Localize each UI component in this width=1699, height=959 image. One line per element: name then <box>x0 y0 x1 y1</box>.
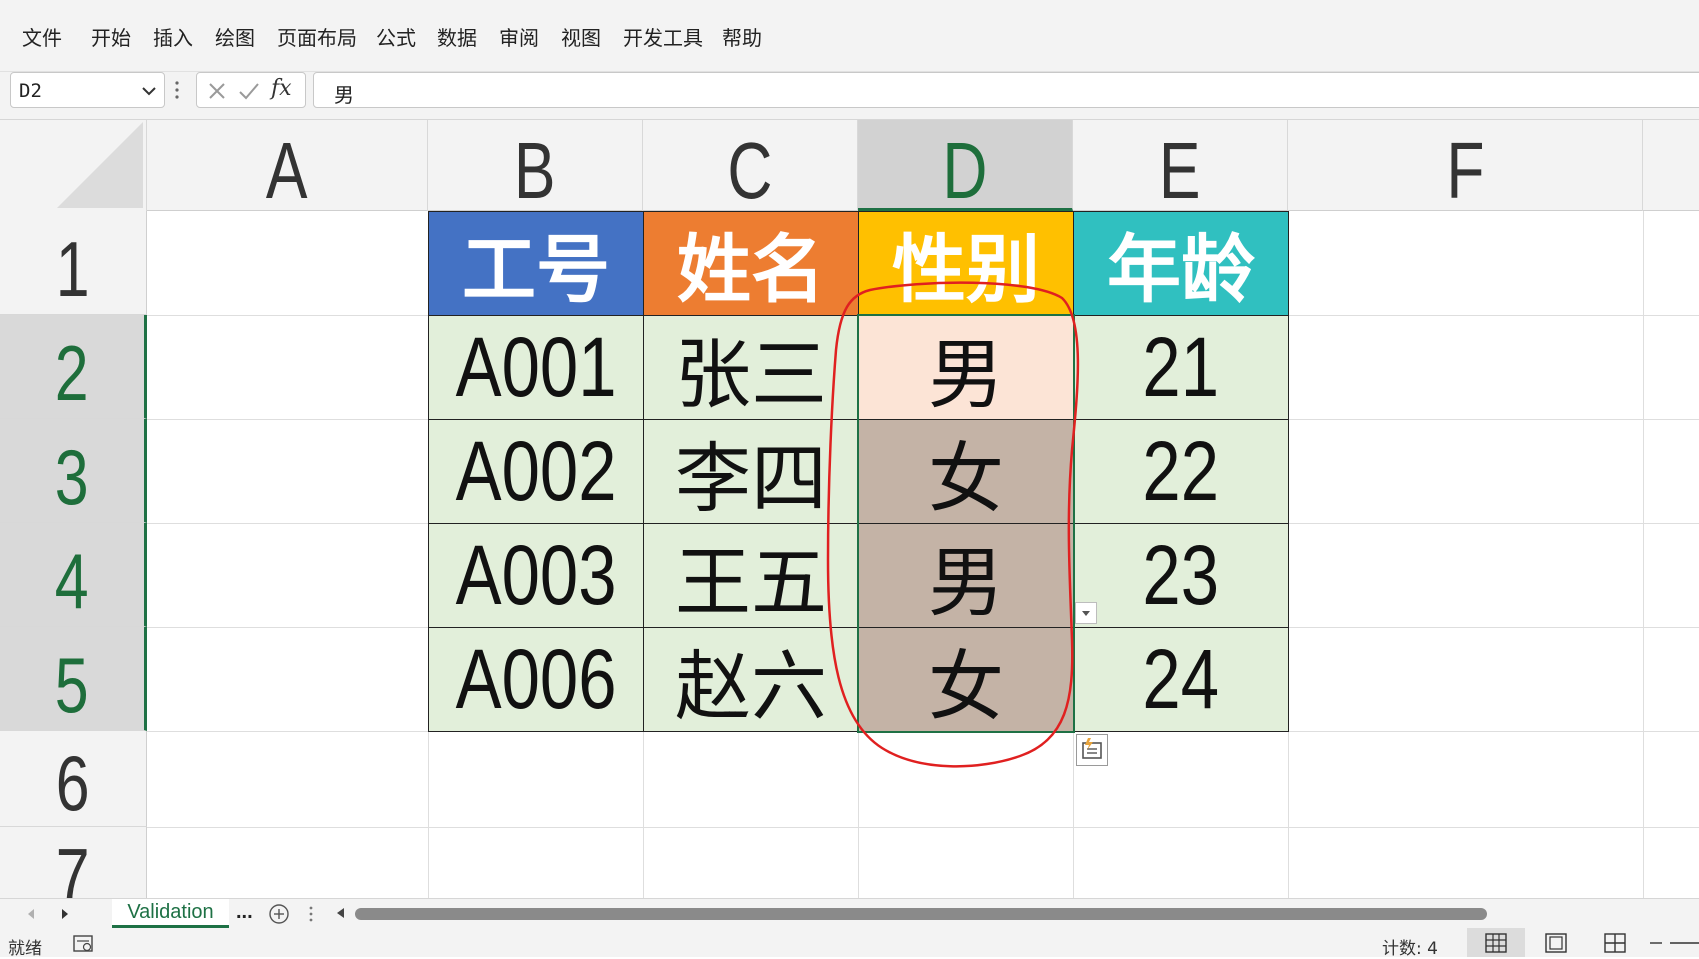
formula-value: 男 <box>334 83 354 107</box>
menu-page-layout[interactable]: 页面布局 <box>277 22 357 51</box>
grid-view-icon <box>1485 933 1507 953</box>
table-cell[interactable]: A001 <box>428 315 644 420</box>
table-cell[interactable]: 23 <box>1073 523 1289 628</box>
menu-help[interactable]: 帮助 <box>722 22 762 51</box>
tab-splitter-icon[interactable] <box>308 903 314 925</box>
scroll-right-icon[interactable] <box>58 907 72 921</box>
select-all-corner[interactable] <box>0 120 147 211</box>
menu-insert[interactable]: 插入 <box>153 22 193 51</box>
table-cell[interactable]: A002 <box>428 419 644 524</box>
menu-developer[interactable]: 开发工具 <box>623 22 703 51</box>
table-cell[interactable]: 21 <box>1073 315 1289 420</box>
header-cell-age[interactable]: 年龄 <box>1073 211 1289 316</box>
status-count: 计数: 4 <box>1382 939 1438 959</box>
add-sheet-icon[interactable] <box>268 903 290 925</box>
formula-buttons: fx <box>196 72 306 108</box>
drag-handle-icon[interactable] <box>174 78 180 102</box>
table-cell[interactable]: 张三 <box>643 315 859 420</box>
row-header-6[interactable]: 6 <box>0 731 147 827</box>
sheet-tab-validation[interactable]: Validation <box>112 899 229 928</box>
table-cell[interactable]: 24 <box>1073 627 1289 732</box>
accessibility-icon[interactable] <box>72 934 96 954</box>
row-header-4[interactable]: 4 <box>0 523 147 627</box>
table-cell[interactable]: 李四 <box>643 419 859 524</box>
selected-cell[interactable]: 女 <box>858 419 1074 524</box>
cancel-icon[interactable] <box>205 79 229 103</box>
enter-check-icon[interactable] <box>237 79 261 103</box>
quick-analysis-icon <box>1082 738 1102 759</box>
column-header-d[interactable]: D <box>858 120 1073 215</box>
sheet-tab-label: Validation <box>127 901 214 923</box>
table-cell[interactable]: 王五 <box>643 523 859 628</box>
active-cell-d2[interactable]: 男 <box>858 315 1074 420</box>
selected-cell[interactable]: 女 <box>858 627 1074 732</box>
menu-review[interactable]: 审阅 <box>499 22 539 51</box>
formula-input[interactable]: 男 <box>313 72 1699 108</box>
menu-data[interactable]: 数据 <box>437 22 477 51</box>
formula-bar: D2 fx 男 <box>0 72 1699 120</box>
caret-down-icon <box>1082 611 1090 616</box>
name-box[interactable]: D2 <box>10 72 165 108</box>
column-header-c[interactable]: C <box>643 120 858 215</box>
horizontal-scrollbar-thumb[interactable] <box>355 908 1487 920</box>
table-cell[interactable]: 22 <box>1073 419 1289 524</box>
sheet-tab-bar: Validation ... <box>0 898 1699 928</box>
row-header-1[interactable]: 1 <box>0 211 147 315</box>
table-cell[interactable]: A003 <box>428 523 644 628</box>
selected-cell[interactable]: 男 <box>858 523 1074 628</box>
header-cell-id[interactable]: 工号 <box>428 211 644 316</box>
name-box-value: D2 <box>19 80 42 102</box>
zoom-slider[interactable] <box>1650 940 1699 946</box>
column-header-e[interactable]: E <box>1073 120 1288 215</box>
row-header-3[interactable]: 3 <box>0 419 147 523</box>
header-cell-gender[interactable]: 性别 <box>858 211 1074 316</box>
header-cell-name[interactable]: 姓名 <box>643 211 859 316</box>
chevron-down-icon[interactable] <box>140 82 158 100</box>
scroll-left-icon[interactable] <box>24 907 38 921</box>
menu-file[interactable]: 文件 <box>22 22 62 51</box>
quick-analysis-button[interactable] <box>1076 734 1108 766</box>
hscroll-left-icon[interactable] <box>334 906 348 920</box>
column-header-f[interactable]: F <box>1288 120 1643 215</box>
ribbon-menu: 文件 开始 插入 绘图 页面布局 公式 数据 审阅 视图 开发工具 帮助 <box>0 0 1699 72</box>
menu-home[interactable]: 开始 <box>91 22 131 51</box>
column-header-b[interactable]: B <box>428 120 643 215</box>
menu-draw[interactable]: 绘图 <box>215 22 255 51</box>
normal-view-button[interactable] <box>1467 928 1525 957</box>
row-header-7[interactable]: 7 <box>0 827 147 898</box>
row-header-2[interactable]: 2 <box>0 315 147 419</box>
insert-function-button[interactable]: fx <box>271 76 295 101</box>
row-header-5[interactable]: 5 <box>0 627 147 731</box>
gridline <box>147 827 1699 828</box>
table-cell[interactable]: A006 <box>428 627 644 732</box>
more-sheets-button[interactable]: ... <box>236 901 253 924</box>
page-break-view-icon[interactable] <box>1604 933 1626 953</box>
column-header-a[interactable]: A <box>147 120 428 215</box>
menu-view[interactable]: 视图 <box>561 22 601 51</box>
worksheet-grid[interactable]: A B C D E F 1 2 3 4 5 6 7 工号 姓名 性别 年龄 A0… <box>0 120 1699 898</box>
status-bar: 就绪 计数: 4 <box>0 928 1699 959</box>
validation-dropdown-button[interactable] <box>1075 602 1097 624</box>
menu-formulas[interactable]: 公式 <box>376 22 416 51</box>
table-cell[interactable]: 赵六 <box>643 627 859 732</box>
page-layout-view-icon[interactable] <box>1545 933 1567 953</box>
status-ready: 就绪 <box>8 939 42 959</box>
